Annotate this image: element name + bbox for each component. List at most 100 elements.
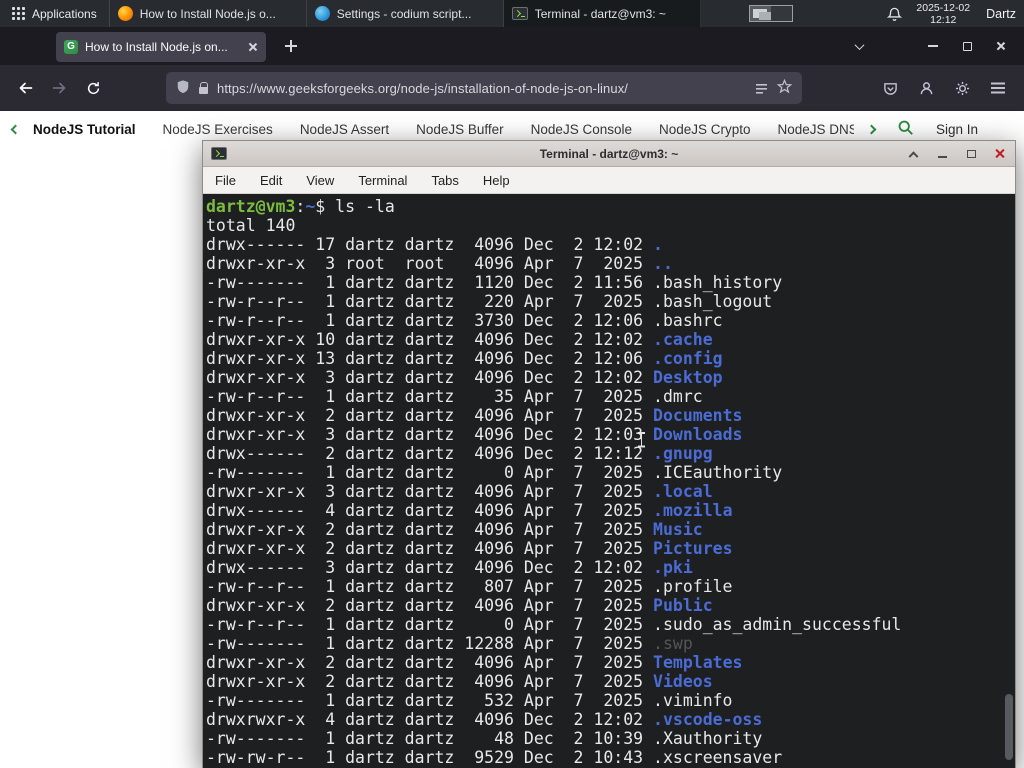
url-bar[interactable]: https://www.geeksforgeeks.org/node-js/in… [166,72,802,104]
applications-menu-label: Applications [32,6,97,21]
terminal-line: drwxr-xr-x 2 dartz dartz 4096 Apr 7 2025… [206,653,743,672]
maximize-icon [962,41,972,51]
account-icon[interactable] [908,72,944,104]
forward-button[interactable] [42,72,76,104]
close-icon [996,41,1006,51]
firefox-icon [117,6,133,21]
nav-scroll-right-icon[interactable] [866,124,877,134]
browser-maximize-button[interactable] [950,32,984,60]
browser-toolbar: https://www.geeksforgeeks.org/node-js/in… [0,65,1024,111]
terminal-menubar: File Edit View Terminal Tabs Help [203,167,1015,194]
pocket-icon[interactable] [872,72,908,104]
url-text[interactable]: https://www.geeksforgeeks.org/node-js/in… [217,81,746,96]
nav-link-nodejs-dns[interactable]: NodeJS DNS [778,122,854,137]
tab-title: How to Install Node.js on... [85,40,228,54]
terminal-line: drwxr-xr-x 3 dartz dartz 4096 Dec 2 12:0… [206,368,723,387]
browser-minimize-button[interactable] [916,32,950,60]
settings-gear-icon[interactable] [944,72,980,104]
maximize-icon [966,149,976,158]
browser-tab[interactable]: G How to Install Node.js on... [56,32,266,62]
menu-tabs[interactable]: Tabs [431,173,458,188]
terminal-window-title: Terminal - dartz@vm3: ~ [539,146,679,161]
applications-menu-button[interactable]: Applications [0,0,110,27]
reader-view-icon[interactable] [755,81,768,95]
nav-link-nodejs-buffer[interactable]: NodeJS Buffer [416,122,504,137]
clock-time: 12:12 [930,13,957,26]
desktop: Applications How to Install Node.js o...… [0,0,1024,768]
nav-link-nodejs-console[interactable]: NodeJS Console [531,122,632,137]
terminal-shade-button[interactable] [906,147,920,162]
toolbar-right-icons [872,72,1016,104]
tabbar-right [844,32,1024,60]
user-menu[interactable]: Dartz [984,7,1016,21]
terminal-line: drwxr-xr-x 2 dartz dartz 4096 Apr 7 2025… [206,596,713,615]
terminal-line: dartz@vm3:~$ ls -la [206,197,395,216]
terminal-line: drwx------ 17 dartz dartz 4096 Dec 2 12:… [206,235,663,254]
terminal-line: drwx------ 2 dartz dartz 4096 Dec 2 12:1… [206,444,713,463]
browser-window-controls [916,32,1018,60]
terminal-window-controls [906,147,1007,162]
taskbar: Applications How to Install Node.js o...… [0,0,1024,27]
menu-help[interactable]: Help [483,173,510,188]
terminal-lines: dartz@vm3:~$ ls -la total 140 drwx------ 1… [203,194,1015,767]
terminal-maximize-button[interactable] [964,147,978,161]
taskbar-window-terminal[interactable]: Terminal - dartz@vm3: ~ [503,0,701,27]
nav-link-nodejs-tutorial[interactable]: NodeJS Tutorial [33,122,136,137]
terminal-line: -rw-r--r-- 1 dartz dartz 35 Apr 7 2025 .… [206,387,703,406]
terminal-line: -rw-r--r-- 1 dartz dartz 807 Apr 7 2025 … [206,577,733,596]
nav-link-nodejs-exercises[interactable]: NodeJS Exercises [163,122,273,137]
close-icon [995,148,1006,159]
workspace-cell[interactable] [771,6,792,21]
workspace-cell[interactable] [749,6,771,21]
tracking-shield-icon[interactable] [176,79,190,97]
applications-grid-icon [12,7,25,20]
menu-hamburger-icon[interactable] [980,72,1016,104]
hamburger-bars [991,87,1005,89]
new-tab-button[interactable] [276,32,306,60]
sign-in-button[interactable]: Sign In [936,122,1012,137]
nav-link-nodejs-assert[interactable]: NodeJS Assert [300,122,389,137]
terminal-line: -rw-r--r-- 1 dartz dartz 0 Apr 7 2025 .s… [206,615,902,634]
terminal-scrollbar[interactable] [1005,694,1013,760]
plus-icon [285,40,297,52]
tab-close-icon[interactable] [248,42,258,52]
terminal-line: drwxr-xr-x 2 dartz dartz 4096 Apr 7 2025… [206,539,733,558]
menu-terminal[interactable]: Terminal [358,173,407,188]
taskbar-window-codium[interactable]: Settings - codium script... [307,0,504,27]
browser-close-button[interactable] [984,32,1018,60]
reload-button[interactable] [76,72,110,104]
back-button[interactable] [8,72,42,104]
terminal-line: -rw-rw-r-- 1 dartz dartz 9529 Dec 2 10:4… [206,748,783,767]
gfg-nav-links: NodeJS Tutorial NodeJS Exercises NodeJS … [33,122,854,137]
terminal-line: drwxr-xr-x 2 dartz dartz 4096 Apr 7 2025… [206,672,713,691]
search-icon[interactable] [897,119,914,139]
menu-view[interactable]: View [306,173,334,188]
taskbar-window-title: Terminal - dartz@vm3: ~ [534,6,666,21]
workspace-pager[interactable] [748,5,793,22]
taskbar-window-title: Settings - codium script... [336,6,472,21]
lock-icon[interactable] [199,81,209,94]
nav-link-nodejs-crypto[interactable]: NodeJS Crypto [659,122,751,137]
clock[interactable]: 2025-12-02 12:12 [916,2,970,26]
terminal-line: drwx------ 4 dartz dartz 4096 Apr 7 2025… [206,501,733,520]
terminal-line: drwxr-xr-x 10 dartz dartz 4096 Dec 2 12:… [206,330,713,349]
terminal-screen[interactable]: dartz@vm3:~$ ls -la total 140 drwx------ 1… [203,194,1015,768]
chevron-down-icon [854,39,864,50]
gfg-nav-right: Sign In [859,119,1012,139]
terminal-line: -rw------- 1 dartz dartz 0 Apr 7 2025 .I… [206,463,783,482]
codium-icon [314,6,330,21]
bookmark-star-icon[interactable] [776,78,793,97]
terminal-titlebar[interactable]: Terminal - dartz@vm3: ~ [203,141,1015,167]
terminal-close-button[interactable] [993,147,1007,161]
notification-bell-icon[interactable] [887,6,903,22]
nav-scroll-left-icon[interactable] [10,124,21,134]
terminal-line: drwxr-xr-x 2 dartz dartz 4096 Apr 7 2025… [206,406,743,425]
taskbar-window-firefox[interactable]: How to Install Node.js o... [110,0,307,27]
list-all-tabs-button[interactable] [844,32,874,60]
menu-edit[interactable]: Edit [260,173,282,188]
terminal-minimize-button[interactable] [935,147,949,161]
terminal-line: drwxrwxr-x 4 dartz dartz 4096 Dec 2 12:0… [206,710,763,729]
terminal-line: drwx------ 3 dartz dartz 4096 Dec 2 12:0… [206,558,693,577]
menu-file[interactable]: File [215,173,236,188]
terminal-icon [511,7,528,20]
